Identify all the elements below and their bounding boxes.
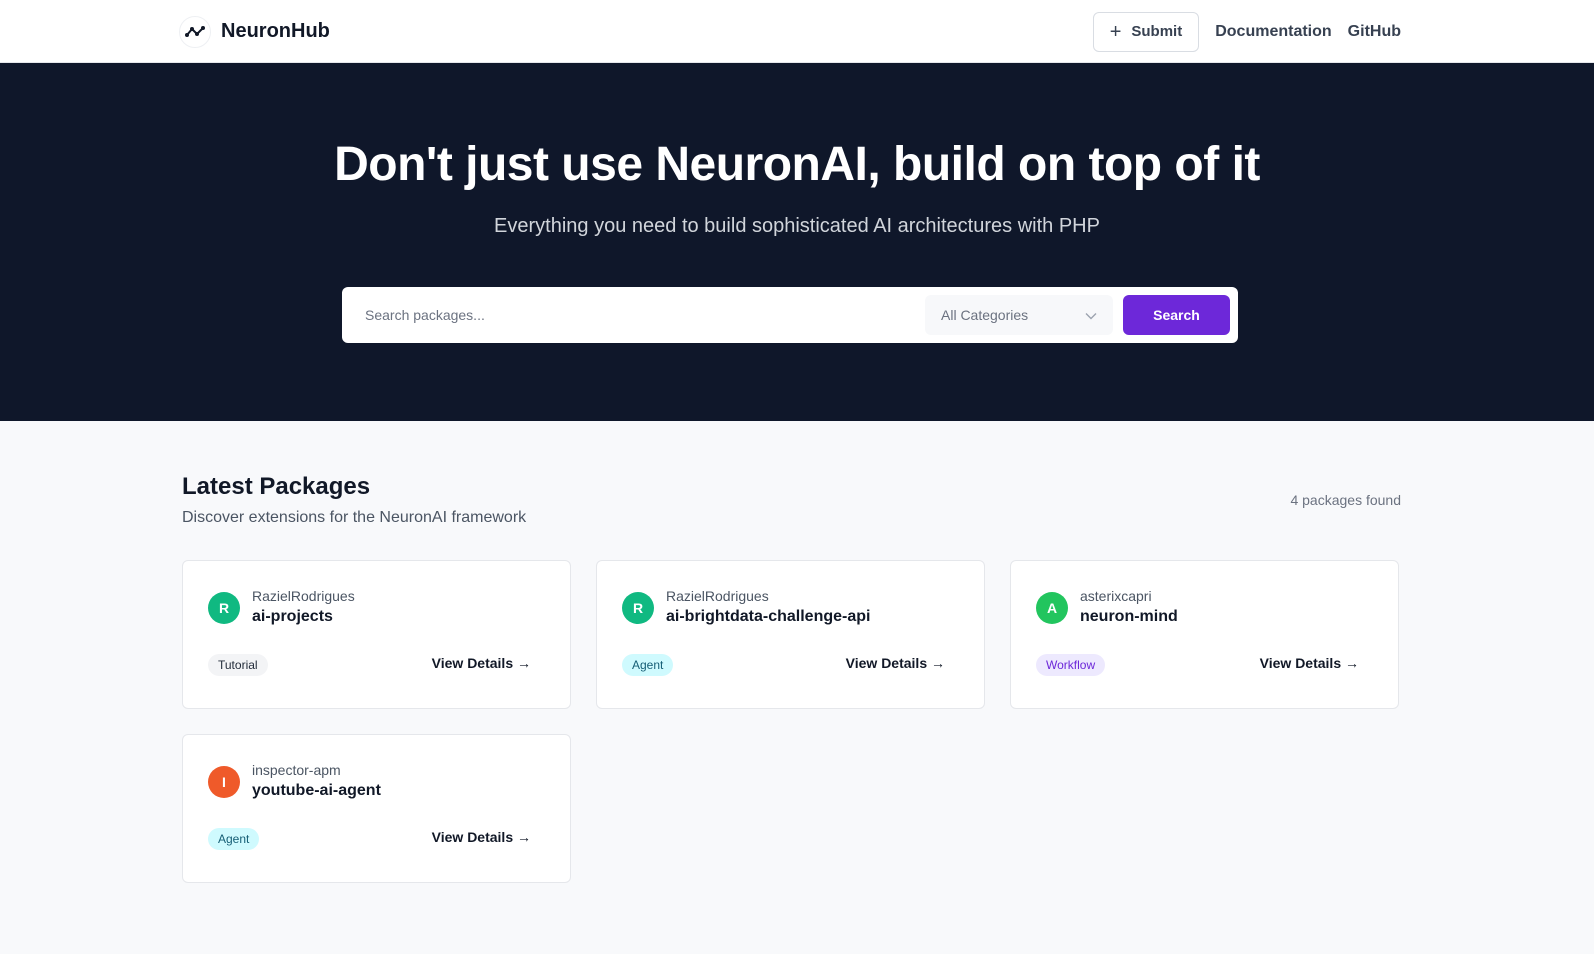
hero-subtitle: Everything you need to build sophisticat… <box>494 215 1100 237</box>
package-author: asterixcapri <box>1080 588 1152 604</box>
brand[interactable]: NeuronHub <box>179 15 330 48</box>
documentation-link[interactable]: Documentation <box>1215 23 1331 41</box>
hero-title: Don't just use NeuronAI, build on top of… <box>334 138 1260 191</box>
package-card[interactable]: I inspector-apm youtube-ai-agent Agent V… <box>182 734 571 883</box>
author-avatar: I <box>208 766 240 798</box>
packages-grid: R RazielRodrigues ai-projects Tutorial V… <box>182 560 1400 883</box>
package-name: ai-brightdata-challenge-api <box>666 608 871 625</box>
neuron-graph-icon <box>179 15 211 48</box>
section-subtitle: Discover extensions for the NeuronAI fra… <box>182 509 527 526</box>
author-avatar: A <box>1036 592 1068 624</box>
view-details-link[interactable]: View Details → <box>432 655 531 671</box>
package-card[interactable]: R RazielRodrigues ai-projects Tutorial V… <box>182 560 571 709</box>
category-select[interactable]: All Categories <box>925 295 1113 335</box>
view-details-link[interactable]: View Details → <box>432 829 531 845</box>
chevron-down-icon <box>1085 307 1097 323</box>
brand-name: NeuronHub <box>221 20 330 42</box>
section-title: Latest Packages <box>182 473 371 500</box>
search-input[interactable] <box>365 295 925 335</box>
view-details-link[interactable]: View Details → <box>846 655 945 671</box>
package-card[interactable]: R RazielRodrigues ai-brightdata-challeng… <box>596 560 985 709</box>
search-bar: All Categories Search <box>342 287 1238 343</box>
package-author: RazielRodrigues <box>666 588 769 604</box>
category-badge: Tutorial <box>208 654 268 676</box>
category-badge: Workflow <box>1036 654 1106 676</box>
packages-count: 4 packages found <box>1290 492 1401 508</box>
package-author: RazielRodrigues <box>252 588 355 604</box>
category-value: All Categories <box>941 307 1029 323</box>
package-name: ai-projects <box>252 608 333 625</box>
submit-label: Submit <box>1131 23 1183 40</box>
submit-button[interactable]: + Submit <box>1092 11 1200 52</box>
navbar-inner: NeuronHub + Submit Documentation GitHub <box>179 0 1401 63</box>
package-name: youtube-ai-agent <box>252 782 381 799</box>
package-author: inspector-apm <box>252 762 341 778</box>
package-card[interactable]: A asterixcapri neuron-mind Workflow View… <box>1010 560 1399 709</box>
hero-section: Don't just use NeuronAI, build on top of… <box>0 63 1594 421</box>
plus-icon: + <box>1109 20 1122 43</box>
package-name: neuron-mind <box>1080 608 1178 625</box>
search-button[interactable]: Search <box>1123 295 1230 335</box>
view-details-link[interactable]: View Details → <box>1260 655 1359 671</box>
author-avatar: R <box>208 592 240 624</box>
category-badge: Agent <box>622 654 674 676</box>
category-badge: Agent <box>208 828 260 850</box>
main-nav: + Submit Documentation GitHub <box>1092 11 1401 52</box>
github-link[interactable]: GitHub <box>1348 23 1401 41</box>
author-avatar: R <box>622 592 654 624</box>
top-navbar: NeuronHub + Submit Documentation GitHub <box>0 0 1594 63</box>
